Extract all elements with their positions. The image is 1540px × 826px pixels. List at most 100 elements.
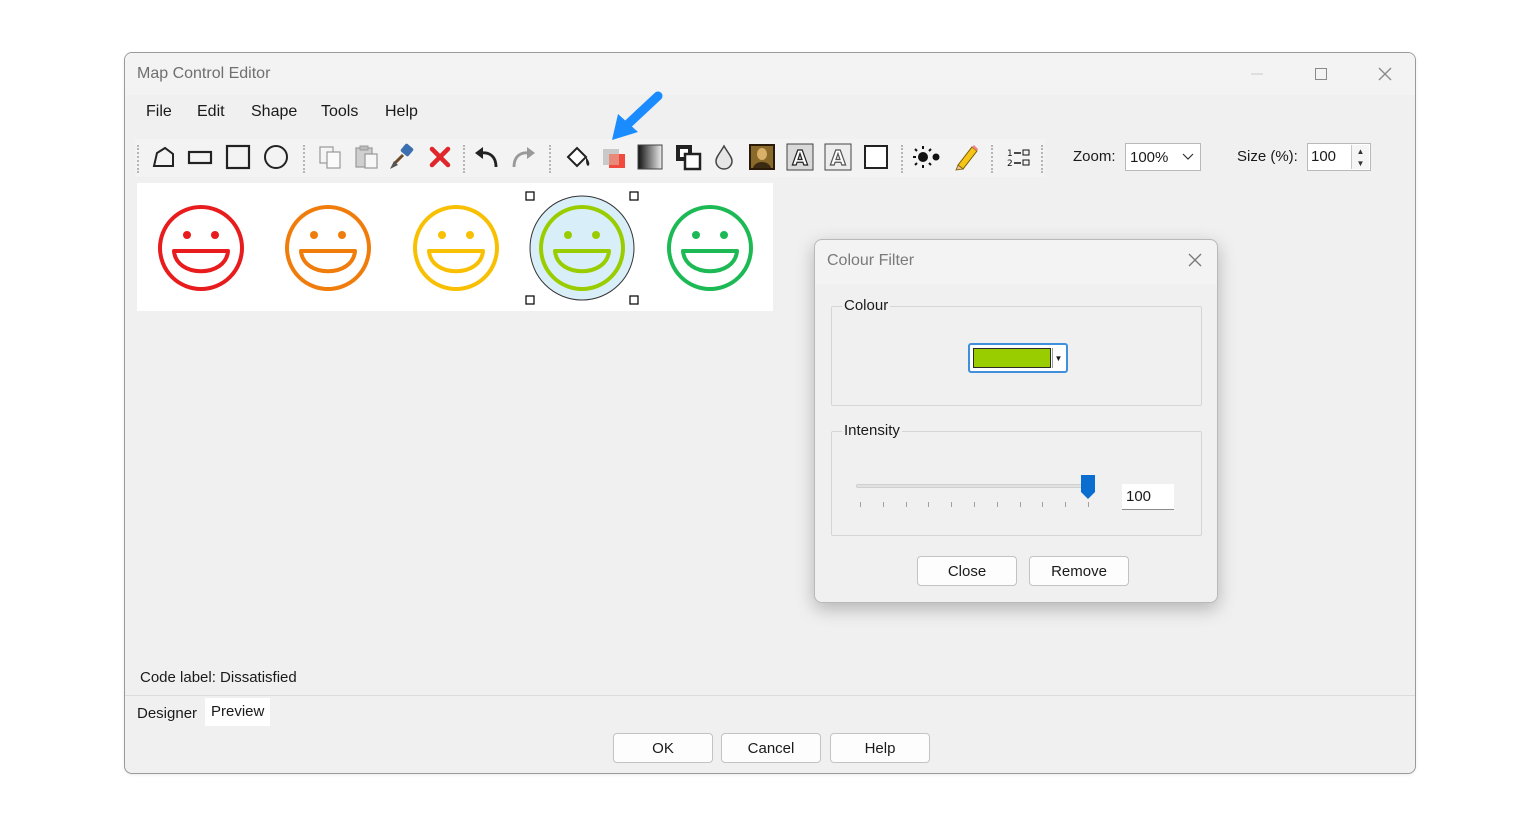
- ok-button[interactable]: OK: [613, 733, 713, 763]
- smiley-shape[interactable]: [413, 205, 499, 291]
- size-label: Size (%):: [1237, 148, 1298, 165]
- close-icon[interactable]: [1363, 59, 1407, 89]
- selection-handle[interactable]: [525, 191, 535, 201]
- toolbar-separator: [549, 145, 551, 173]
- zoom-value: 100%: [1130, 149, 1169, 166]
- slider-tick: [1019, 502, 1021, 507]
- size-spinner[interactable]: ▲ ▼: [1351, 145, 1369, 169]
- dialog-close-icon[interactable]: [1183, 248, 1207, 272]
- brightness-icon[interactable]: [911, 142, 941, 172]
- zoom-select[interactable]: 100%: [1125, 143, 1201, 171]
- svg-text:1: 1: [1007, 149, 1013, 159]
- polygon-tool-icon[interactable]: [149, 142, 179, 172]
- intensity-group-label: Intensity: [842, 422, 902, 439]
- slider-tick: [1042, 502, 1044, 507]
- selection-handle[interactable]: [629, 191, 639, 201]
- copy-icon[interactable]: [315, 142, 345, 172]
- svg-text:A: A: [830, 146, 846, 170]
- smiley-shape[interactable]: [667, 205, 753, 291]
- colour-picker[interactable]: ▼: [968, 343, 1068, 373]
- colour-group-label: Colour: [842, 297, 891, 314]
- dialog-close-button[interactable]: Close: [917, 556, 1017, 586]
- image-icon[interactable]: [747, 142, 777, 172]
- window-title: Map Control Editor: [137, 65, 271, 82]
- redo-icon[interactable]: [509, 142, 539, 172]
- fill-bucket-icon[interactable]: [563, 142, 593, 172]
- smiley-shape[interactable]: [158, 205, 244, 291]
- tab-preview[interactable]: Preview: [205, 698, 271, 726]
- map-control-editor-window: Map Control Editor File Edit Shape Tools…: [124, 52, 1416, 774]
- svg-text:2: 2: [1007, 159, 1013, 169]
- ellipse-tool-icon[interactable]: [261, 142, 291, 172]
- text-icon[interactable]: A: [785, 142, 815, 172]
- chevron-down-icon: [1182, 153, 1194, 160]
- slider-tick: [905, 502, 907, 507]
- size-value: 100: [1311, 148, 1337, 165]
- menu-help[interactable]: Help: [385, 103, 418, 121]
- selection-handle[interactable]: [525, 295, 535, 305]
- intensity-input[interactable]: 100: [1122, 484, 1174, 510]
- code-label: Code label: Dissatisfied: [140, 669, 297, 686]
- undo-icon[interactable]: [471, 142, 501, 172]
- remove-button[interactable]: Remove: [1029, 556, 1129, 586]
- intensity-group: Intensity 100: [831, 422, 1202, 536]
- colour-group: Colour ▼: [831, 297, 1202, 406]
- help-button[interactable]: Help: [830, 733, 930, 763]
- toolbar-separator: [463, 145, 465, 173]
- zoom-label: Zoom:: [1073, 148, 1116, 165]
- slider-tick: [951, 502, 953, 507]
- tab-bar: Designer Preview: [125, 695, 1415, 726]
- design-canvas[interactable]: [137, 183, 773, 311]
- text-style-icon[interactable]: A: [823, 142, 853, 172]
- slider-tick: [928, 502, 930, 507]
- delete-icon[interactable]: [425, 142, 455, 172]
- cancel-button[interactable]: Cancel: [721, 733, 821, 763]
- dropdown-arrow-icon[interactable]: ▼: [1052, 348, 1064, 368]
- smiley-shape[interactable]: [285, 205, 371, 291]
- slider-tick: [974, 502, 975, 507]
- svg-text:A: A: [792, 146, 808, 170]
- dialog-body: Colour ▼ Intensity 100 Close Remove: [815, 284, 1217, 602]
- format-painter-icon[interactable]: [387, 142, 417, 172]
- slider-tick: [882, 502, 884, 507]
- selection-handle[interactable]: [629, 295, 639, 305]
- menu-tools[interactable]: Tools: [321, 103, 358, 121]
- annotation-arrow-icon: [612, 91, 663, 140]
- colour-filter-icon[interactable]: [599, 142, 629, 172]
- menu-shape[interactable]: Shape: [251, 103, 297, 121]
- slider-tick: [1065, 502, 1067, 507]
- gradient-icon[interactable]: [635, 142, 665, 172]
- menu-bar: File Edit Shape Tools Help: [125, 95, 1415, 129]
- colour-swatch: [973, 348, 1051, 368]
- rectangle-tool-icon[interactable]: [185, 142, 215, 172]
- slider-tick: [1088, 502, 1089, 507]
- title-bar: Map Control Editor: [125, 53, 1415, 95]
- menu-edit[interactable]: Edit: [197, 103, 225, 121]
- square-tool-icon[interactable]: [223, 142, 253, 172]
- arrange-layers-icon[interactable]: [673, 142, 703, 172]
- toolbar-separator: [901, 145, 903, 173]
- paste-icon[interactable]: [351, 142, 381, 172]
- intensity-slider-track[interactable]: [856, 484, 1090, 488]
- menu-file[interactable]: File: [146, 103, 172, 121]
- toolbar: A A 12: [135, 139, 1045, 177]
- maximize-icon[interactable]: [1299, 59, 1343, 89]
- spin-down-icon[interactable]: ▼: [1352, 157, 1369, 169]
- size-input[interactable]: 100 ▲ ▼: [1307, 143, 1371, 171]
- toolbar-separator: [303, 145, 305, 173]
- toolbar-separator: [991, 145, 993, 173]
- slider-tick: [996, 502, 998, 507]
- pencil-icon[interactable]: [951, 142, 981, 172]
- transparency-drop-icon[interactable]: [709, 142, 739, 172]
- toolbar-separator: [1041, 145, 1043, 173]
- smiley-shapes[interactable]: [137, 183, 773, 311]
- smiley-shape[interactable]: [525, 191, 639, 305]
- toolbar-grip: [137, 145, 139, 173]
- slider-tick: [860, 502, 861, 507]
- minimize-icon[interactable]: [1235, 59, 1279, 89]
- border-icon[interactable]: [861, 142, 891, 172]
- numbering-icon[interactable]: 12: [1003, 142, 1033, 172]
- spin-up-icon[interactable]: ▲: [1352, 145, 1369, 157]
- tab-designer[interactable]: Designer: [131, 698, 204, 726]
- intensity-slider-thumb[interactable]: [1080, 474, 1096, 500]
